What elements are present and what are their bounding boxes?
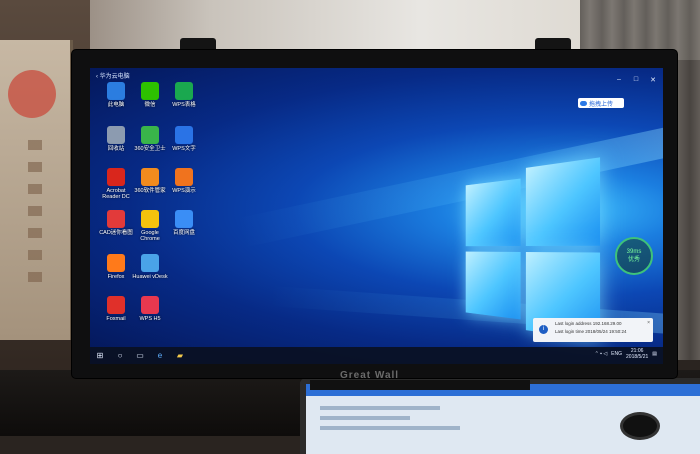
desktop-icon[interactable]: WPS表格 (166, 82, 202, 108)
taskbar: ⊞ ○ ▭ e ▰ ⌃ ▪ ◁ ENG 21:06 2018/5/21 ▤ (90, 347, 663, 364)
cardboard-box (0, 40, 73, 340)
desktop-icon[interactable]: 此电脑 (98, 82, 134, 108)
desktop-icon[interactable]: WPS演示 (166, 168, 202, 194)
window-controls: – □ ✕ (615, 76, 657, 84)
search-icon[interactable]: ○ (110, 347, 130, 364)
latency-indicator[interactable]: 39ms 优秀 (615, 237, 653, 275)
monitor-brand: Great Wall (340, 370, 400, 381)
pc-icon (107, 82, 125, 100)
task-view-icon[interactable]: ▭ (130, 347, 150, 364)
desktop-icon[interactable]: WPS文字 (166, 126, 202, 152)
desktop-icon-label: Acrobat Reader DC (102, 188, 130, 200)
edge-icon[interactable]: e (150, 347, 170, 364)
firefox-icon (107, 254, 125, 272)
ime-indicator[interactable]: ENG (611, 351, 622, 357)
latency-status: 优秀 (627, 257, 640, 263)
upload-button[interactable]: 拖拽上传 (578, 98, 624, 108)
windows-start-icon[interactable]: ⊞ (90, 347, 110, 364)
minimize-button[interactable]: – (615, 76, 623, 84)
desktop-icon-label: Google Chrome (140, 230, 160, 242)
desktop-icon[interactable]: Huawei vDesk (132, 254, 168, 280)
desktop-icon[interactable]: 360安全卫士 (132, 126, 168, 152)
desktop-icon-label: WPS H5 (139, 316, 161, 322)
client-titlebar: ‹ 华为云电脑 – □ ✕ (90, 68, 663, 84)
desktop-icon[interactable]: 回收站 (98, 126, 134, 152)
desktop-icon[interactable]: 微信 (132, 82, 168, 108)
desktop-icon-label: Huawei vDesk (132, 274, 168, 280)
windows-logo-wallpaper (465, 157, 601, 341)
desktop-icon-label: WPS表格 (172, 102, 196, 108)
latency-value: 39ms (626, 249, 642, 255)
desktop-icon[interactable]: Acrobat Reader DC (98, 168, 134, 200)
desktop-icon-label: 此电脑 (107, 102, 125, 108)
wechat-icon (141, 82, 159, 100)
notification-close-icon[interactable]: × (647, 319, 650, 327)
desktop-icon-label: 回收站 (107, 146, 125, 152)
laptop-text-row (320, 426, 460, 430)
upload-button-label: 拖拽上传 (589, 101, 614, 108)
desktop-icon[interactable]: 360软件管家 (132, 168, 168, 194)
tray-icons[interactable]: ⌃ ▪ ◁ (595, 351, 608, 357)
box-printing (28, 140, 42, 290)
monitor-stand (310, 380, 530, 390)
desktop-icon-label: WPS文字 (172, 146, 196, 152)
desktop-icon-label: 360软件管家 (134, 188, 166, 194)
desktop-icon[interactable]: Foxmail (98, 296, 134, 322)
desktop-icon-label: 微信 (144, 102, 156, 108)
foxmail-icon (107, 296, 125, 314)
360-safe-icon (141, 126, 159, 144)
desktop-icon-label: Firefox (107, 274, 125, 280)
maximize-button[interactable]: □ (632, 76, 640, 84)
recycle-bin-icon (107, 126, 125, 144)
remote-desktop-screen[interactable]: ‹ 华为云电脑 – □ ✕ 拖拽上传 此电脑 微信 WPS表格回收站 360安全卫士 W… (90, 68, 663, 364)
desktop-icon[interactable]: Google Chrome (132, 210, 168, 242)
vdesk-icon (141, 254, 159, 272)
desktop-icon[interactable]: Firefox (98, 254, 134, 280)
desktop-icon[interactable]: CAD迷你看图 (98, 210, 134, 236)
desktop-icon[interactable]: 百度网盘 (166, 210, 202, 236)
file-explorer-icon[interactable]: ▰ (170, 347, 190, 364)
desktop-icon-label: Foxmail (106, 316, 126, 322)
baidu-netdisk-icon (175, 210, 193, 228)
desktop-icon-label: 百度网盘 (172, 230, 195, 236)
clock-date: 2018/5/21 (626, 354, 649, 360)
chrome-icon (141, 210, 159, 228)
close-button[interactable]: ✕ (649, 76, 657, 84)
wps-spreadsheet-icon (175, 82, 193, 100)
desktop-icon-label: WPS演示 (172, 188, 196, 194)
desktop-icon-label: CAD迷你看图 (99, 230, 133, 236)
cloud-icon (580, 100, 587, 106)
notification-center-icon[interactable]: ▤ (652, 351, 657, 357)
360-software-icon (141, 168, 159, 186)
notification-line-1: Last login address 192.168.29.00 (555, 321, 622, 326)
taskbar-clock[interactable]: 21:06 2018/5/21 (626, 348, 648, 360)
wps-writer-icon (175, 126, 193, 144)
system-tray: ⌃ ▪ ◁ ENG 21:06 2018/5/21 ▤ (595, 348, 657, 360)
login-notification[interactable]: i × Last login address 192.168.29.00 Las… (533, 318, 653, 342)
wps-presentation-icon (175, 168, 193, 186)
box-stamp (8, 70, 56, 118)
laptop-text-row (320, 406, 440, 410)
info-icon: i (539, 325, 548, 334)
cad-viewer-icon (107, 210, 125, 228)
desktop-icon-label: 360安全卫士 (134, 146, 166, 152)
back-button[interactable]: ‹ 华为云电脑 (96, 71, 130, 80)
laptop-text-row (320, 416, 410, 420)
notification-line-2: Last login time 2018/05/24 19:50:24 (555, 329, 627, 334)
wps-h5-icon (141, 296, 159, 314)
desktop-icon[interactable]: WPS H5 (132, 296, 168, 322)
acrobat-icon (107, 168, 125, 186)
